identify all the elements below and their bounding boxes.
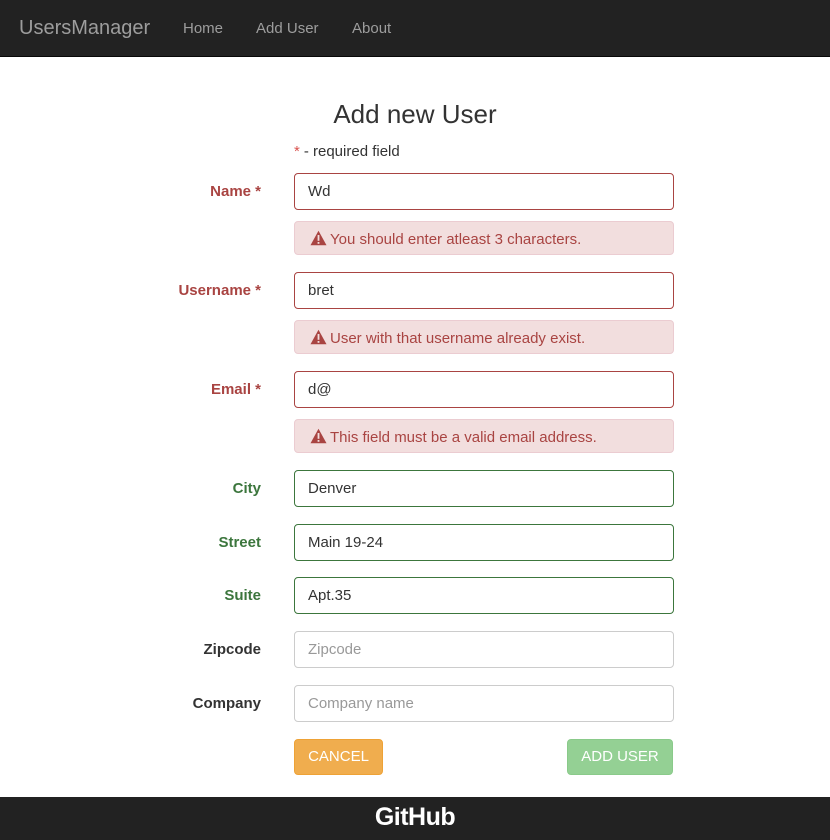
username-error-text: User with that username already exist. <box>330 330 586 347</box>
zipcode-input[interactable] <box>294 631 674 668</box>
email-error-text: This field must be a valid email address… <box>330 429 597 446</box>
required-note: * - required field <box>294 143 400 160</box>
add-user-button[interactable]: ADD USER <box>567 739 673 775</box>
street-label: Street <box>218 534 261 551</box>
nav-home[interactable]: Home <box>183 20 223 37</box>
username-error-alert: User with that username already exist. <box>294 320 674 354</box>
required-note-text: - required field <box>303 143 400 160</box>
footer: GitHub <box>0 797 830 840</box>
city-input[interactable] <box>294 470 674 507</box>
nav-add-user[interactable]: Add User <box>256 20 319 37</box>
name-input[interactable] <box>294 173 674 210</box>
warning-icon <box>310 230 327 246</box>
navbar: UsersManager Home Add User About <box>0 0 830 57</box>
street-input[interactable] <box>294 524 674 561</box>
company-label: Company <box>192 695 261 712</box>
email-label: Email * <box>210 381 261 398</box>
zipcode-label: Zipcode <box>203 641 261 658</box>
name-error-text: You should enter atleast 3 characters. <box>330 231 582 248</box>
name-error-alert: You should enter atleast 3 characters. <box>294 221 674 255</box>
name-label: Name * <box>210 183 261 200</box>
required-star: * <box>294 143 300 160</box>
github-logo[interactable]: GitHub <box>0 803 830 832</box>
cancel-button[interactable]: CANCEL <box>294 739 383 775</box>
brand-link[interactable]: UsersManager <box>19 17 150 40</box>
username-input[interactable] <box>294 272 674 309</box>
warning-icon <box>310 329 327 345</box>
email-input[interactable] <box>294 371 674 408</box>
nav-about[interactable]: About <box>352 20 391 37</box>
company-input[interactable] <box>294 685 674 722</box>
suite-input[interactable] <box>294 577 674 614</box>
suite-label: Suite <box>224 587 261 604</box>
email-error-alert: This field must be a valid email address… <box>294 419 674 453</box>
page-title: Add new User <box>333 99 497 129</box>
city-label: City <box>232 480 261 497</box>
username-label: Username * <box>178 282 261 299</box>
warning-icon <box>310 428 327 444</box>
